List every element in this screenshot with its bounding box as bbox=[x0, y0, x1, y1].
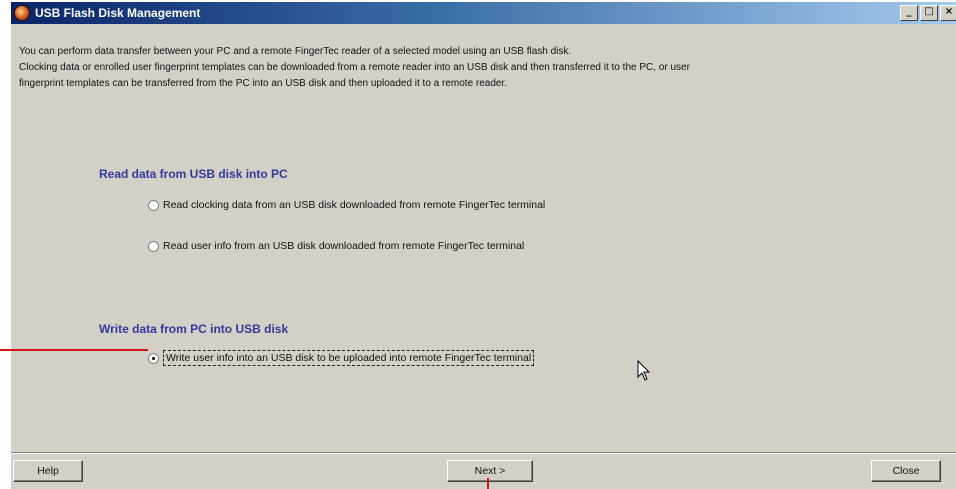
read-clocking-label[interactable]: Read clocking data from an USB disk down… bbox=[163, 199, 545, 211]
write-user-info-option[interactable]: Write user info into an USB disk to be u… bbox=[148, 350, 535, 366]
radio-button[interactable] bbox=[148, 240, 159, 252]
app-icon bbox=[14, 5, 30, 21]
mouse-cursor-icon bbox=[637, 360, 651, 381]
minimize-button[interactable]: _ bbox=[900, 5, 918, 21]
close-button[interactable]: Close bbox=[871, 460, 941, 482]
radio-button-selected[interactable] bbox=[148, 352, 159, 364]
read-user-info-label[interactable]: Read user info from an USB disk download… bbox=[163, 240, 524, 252]
window-title: USB Flash Disk Management bbox=[35, 6, 201, 20]
help-button[interactable]: Help bbox=[13, 460, 83, 482]
write-section-title: Write data from PC into USB disk bbox=[99, 322, 289, 336]
read-clocking-option[interactable]: Read clocking data from an USB disk down… bbox=[148, 199, 545, 211]
annotation-pointer-line bbox=[0, 349, 148, 351]
read-user-info-option[interactable]: Read user info from an USB disk download… bbox=[148, 240, 524, 252]
usb-flash-disk-window: USB Flash Disk Management _ □ × You can pe… bbox=[10, 2, 956, 489]
annotation-pointer-line bbox=[487, 478, 489, 489]
description-text: You can perform data transfer between yo… bbox=[19, 44, 949, 92]
window-controls: _ □ × bbox=[900, 5, 956, 21]
radio-button[interactable] bbox=[148, 199, 159, 211]
close-window-button[interactable]: × bbox=[940, 5, 956, 21]
description-line: You can perform data transfer between yo… bbox=[19, 46, 572, 57]
title-bar[interactable]: USB Flash Disk Management _ □ × bbox=[11, 2, 956, 24]
description-line: Clocking data or enrolled user fingerpri… bbox=[19, 62, 690, 73]
read-section-title: Read data from USB disk into PC bbox=[99, 167, 288, 181]
description-line: fingerprint templates can be transferred… bbox=[19, 78, 508, 89]
write-user-info-label[interactable]: Write user info into an USB disk to be u… bbox=[163, 350, 535, 366]
maximize-button[interactable]: □ bbox=[920, 5, 938, 21]
next-button[interactable]: Next > bbox=[447, 460, 533, 482]
footer-separator bbox=[11, 452, 956, 454]
